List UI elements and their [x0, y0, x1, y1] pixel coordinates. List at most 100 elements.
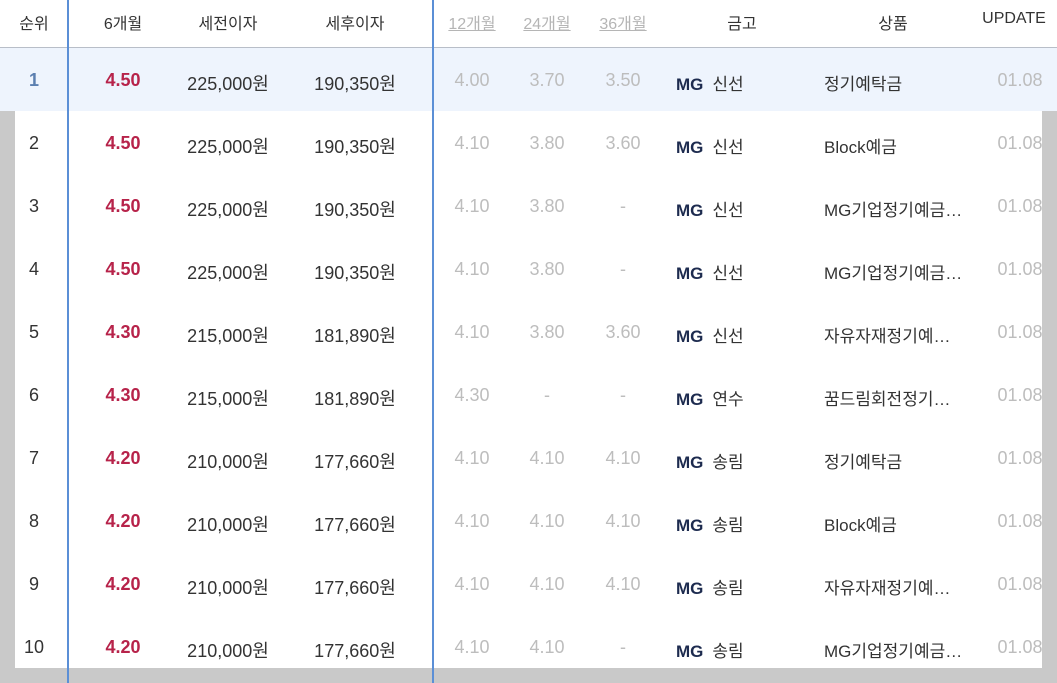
rate-12m-cell: 4.10 — [454, 511, 490, 531]
header-36-months-link[interactable]: 36개월 — [599, 10, 646, 34]
product-link[interactable]: 정기예탁금 — [824, 448, 902, 473]
rate-36m-cell: 4.10 — [605, 574, 641, 594]
product-link[interactable]: 자유자재정기예… — [824, 574, 950, 599]
rate-6m-cell: 4.50 — [105, 259, 141, 279]
table-row[interactable]: 9 4.20 210,000원 177,660원 4.10 4.10 4.10 MG 송림 자유자… — [0, 552, 1057, 615]
rate-36m-cell: 4.10 — [605, 511, 641, 531]
product-link[interactable]: 꿈드림회전정기… — [824, 385, 950, 410]
header-6-months[interactable]: 6개월 — [104, 10, 142, 34]
header-update[interactable]: UPDATE — [982, 10, 1046, 28]
update-date-cell: 01.08 — [997, 133, 1043, 153]
header-bank[interactable]: 금고 — [727, 10, 756, 34]
post-tax-cell: 190,350원 — [314, 200, 396, 220]
rank-cell: 4 — [28, 259, 40, 279]
rate-36m-cell: 3.60 — [605, 322, 641, 342]
pre-tax-cell: 210,000원 — [187, 515, 269, 535]
rate-12m-cell: 4.10 — [454, 637, 490, 657]
rate-12m-cell: 4.10 — [454, 322, 490, 342]
mg-logo: MG — [676, 579, 704, 598]
rate-36m-cell: 3.50 — [605, 70, 641, 90]
rate-36m-cell: - — [620, 637, 626, 657]
product-link[interactable]: 정기예탁금 — [824, 70, 902, 95]
rate-24m-cell: 3.80 — [529, 322, 565, 342]
update-date-cell: 01.08 — [997, 259, 1043, 279]
rate-6m-cell: 4.20 — [105, 574, 141, 594]
bank-name: 송림 — [712, 642, 744, 661]
header-12-months-link[interactable]: 12개월 — [448, 10, 495, 34]
table-row[interactable]: 8 4.20 210,000원 177,660원 4.10 4.10 4.10 MG 송림 Blo… — [0, 489, 1057, 552]
product-link[interactable]: MG기업정기예금… — [824, 637, 962, 662]
mg-logo: MG — [676, 516, 704, 535]
mg-logo: MG — [676, 201, 704, 220]
table-row[interactable]: 3 4.50 225,000원 190,350원 4.10 3.80 - MG 신선 MG기업정기… — [0, 174, 1057, 237]
bank-cell: MG 송림 — [676, 574, 744, 599]
rate-36m-cell: - — [620, 196, 626, 216]
header-product[interactable]: 상품 — [878, 10, 907, 34]
rate-36m-cell: 3.60 — [605, 133, 641, 153]
rate-24m-cell: 4.10 — [529, 448, 565, 468]
pre-tax-cell: 225,000원 — [187, 74, 269, 94]
pre-tax-cell: 225,000원 — [187, 200, 269, 220]
table-row[interactable]: 5 4.30 215,000원 181,890원 4.10 3.80 3.60 MG 신선 자유자… — [0, 300, 1057, 363]
pre-tax-cell: 215,000원 — [187, 326, 269, 346]
table-row[interactable]: 4 4.50 225,000원 190,350원 4.10 3.80 - MG 신선 MG기업정기… — [0, 237, 1057, 300]
rank-cell: 6 — [28, 385, 40, 405]
mg-logo: MG — [676, 75, 704, 94]
header-post-tax-interest[interactable]: 세후이자 — [326, 10, 385, 34]
column-divider-left — [67, 0, 69, 683]
table-row[interactable]: 7 4.20 210,000원 177,660원 4.10 4.10 4.10 MG 송림 정기예… — [0, 426, 1057, 489]
bank-name: 신선 — [712, 201, 744, 220]
rate-36m-cell: 4.10 — [605, 448, 641, 468]
post-tax-cell: 181,890원 — [314, 389, 396, 409]
rank-cell: 2 — [28, 133, 40, 153]
rate-24m-cell: 3.80 — [529, 196, 565, 216]
bank-name: 신선 — [712, 75, 744, 94]
update-date-cell: 01.08 — [997, 511, 1043, 531]
rank-cell: 1 — [28, 70, 40, 90]
product-link[interactable]: MG기업정기예금… — [824, 196, 962, 221]
bank-cell: MG 신선 — [676, 70, 744, 95]
update-date-cell: 01.08 — [997, 196, 1043, 216]
bank-cell: MG 신선 — [676, 259, 744, 284]
header-rank[interactable]: 순위 — [19, 10, 48, 34]
bank-cell: MG 신선 — [676, 133, 744, 158]
bank-name: 송림 — [712, 453, 744, 472]
rate-24m-cell: 4.10 — [529, 574, 565, 594]
bank-name: 송림 — [712, 516, 744, 535]
update-date-cell: 01.08 — [997, 70, 1043, 90]
rate-6m-cell: 4.20 — [105, 637, 141, 657]
rank-cell: 9 — [28, 574, 40, 594]
rank-cell: 7 — [28, 448, 40, 468]
mg-logo: MG — [676, 642, 704, 661]
pre-tax-cell: 225,000원 — [187, 263, 269, 283]
rate-12m-cell: 4.30 — [454, 385, 490, 405]
rank-cell: 8 — [28, 511, 40, 531]
table-row[interactable]: 2 4.50 225,000원 190,350원 4.10 3.80 3.60 MG 신선 Blo… — [0, 111, 1057, 174]
post-tax-cell: 177,660원 — [314, 515, 396, 535]
table-row[interactable]: 1 4.50 225,000원 190,350원 4.00 3.70 3.50 MG 신선 정기예… — [0, 48, 1057, 111]
bank-name: 신선 — [712, 327, 744, 346]
update-date-cell: 01.08 — [997, 574, 1043, 594]
rank-cell: 3 — [28, 196, 40, 216]
product-link[interactable]: 자유자재정기예… — [824, 322, 950, 347]
header-pre-tax-interest[interactable]: 세전이자 — [199, 10, 258, 34]
rank-cell: 10 — [23, 637, 45, 657]
post-tax-cell: 181,890원 — [314, 326, 396, 346]
bank-cell: MG 송림 — [676, 448, 744, 473]
post-tax-cell: 190,350원 — [314, 74, 396, 94]
rank-cell: 5 — [28, 322, 40, 342]
bank-cell: MG 송림 — [676, 511, 744, 536]
table-row[interactable]: 10 4.20 210,000원 177,660원 4.10 4.10 - MG 송림 MG기업정… — [0, 615, 1057, 678]
table-row[interactable]: 6 4.30 215,000원 181,890원 4.30 - - MG 연수 꿈드림회전정기… 0… — [0, 363, 1057, 426]
update-date-cell: 01.08 — [997, 448, 1043, 468]
product-link[interactable]: Block예금 — [824, 511, 897, 536]
product-link[interactable]: Block예금 — [824, 133, 897, 158]
header-24-months-link[interactable]: 24개월 — [523, 10, 570, 34]
product-link[interactable]: MG기업정기예금… — [824, 259, 962, 284]
rate-6m-cell: 4.50 — [105, 196, 141, 216]
mg-logo: MG — [676, 264, 704, 283]
bank-cell: MG 송림 — [676, 637, 744, 662]
rate-6m-cell: 4.30 — [105, 322, 141, 342]
bank-cell: MG 신선 — [676, 322, 744, 347]
bank-name: 신선 — [712, 138, 744, 157]
